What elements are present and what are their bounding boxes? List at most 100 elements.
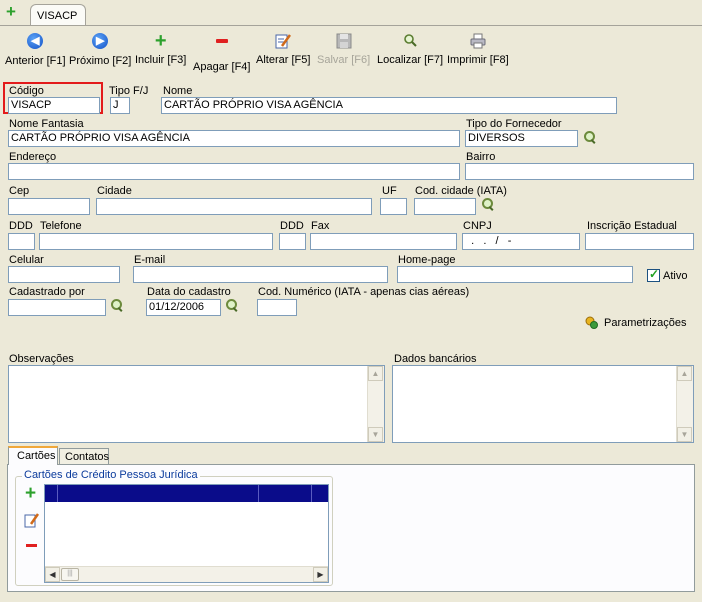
remove-card-button[interactable]: [24, 538, 40, 554]
salvar-label: Salvar [F6]: [317, 54, 371, 66]
tab-contatos-label: Contatos: [65, 451, 110, 463]
localizar-label: Localizar [F7]: [377, 54, 444, 66]
ativo-checkbox[interactable]: ✓: [647, 267, 660, 282]
tipo-fj-field[interactable]: J: [110, 97, 130, 114]
scroll-down-icon[interactable]: ▼: [368, 427, 383, 442]
edit-icon: [274, 32, 292, 50]
observacoes-scrollbar[interactable]: ▲ ▼: [367, 366, 384, 442]
tab-underline: [0, 25, 702, 26]
minus-icon: [26, 544, 37, 547]
parametrizacoes-button[interactable]: Parametrizações: [584, 314, 688, 332]
cartoes-grid[interactable]: ◀ ||| ▶: [44, 484, 329, 583]
fax-ddd-field[interactable]: [279, 233, 306, 250]
cadastrado-por-search-icon[interactable]: [111, 299, 123, 312]
scroll-right-icon[interactable]: ▶: [313, 567, 328, 582]
homepage-field[interactable]: [397, 266, 633, 283]
cep-label: Cep: [9, 185, 30, 197]
dados-bancarios-textarea[interactable]: ▲ ▼: [392, 365, 694, 443]
cidade-label: Cidade: [97, 185, 132, 197]
dados-bancarios-scrollbar[interactable]: ▲ ▼: [676, 366, 693, 442]
cep-field[interactable]: [8, 198, 90, 215]
scroll-left-icon[interactable]: ◀: [45, 567, 60, 582]
cadastrado-por-label: Cadastrado por: [9, 286, 85, 298]
alterar-button[interactable]: Alterar [F5]: [256, 32, 310, 66]
observacoes-label: Observações: [9, 353, 74, 365]
bairro-field[interactable]: [465, 163, 694, 180]
tipo-fornecedor-label: Tipo do Fornecedor: [466, 118, 562, 130]
ddd-field[interactable]: [8, 233, 35, 250]
celular-field[interactable]: [8, 266, 120, 283]
codigo-field[interactable]: VISACP: [8, 97, 100, 114]
homepage-label: Home-page: [398, 254, 456, 266]
new-tab-button[interactable]: +: [5, 2, 19, 21]
email-label: E-mail: [134, 254, 166, 266]
celular-label: Celular: [9, 254, 44, 266]
edit-icon: [24, 513, 40, 531]
anterior-label: Anterior [F1]: [5, 55, 66, 67]
plus-icon: +: [25, 483, 37, 504]
incluir-button[interactable]: + Incluir [F3]: [135, 31, 186, 66]
bairro-label: Bairro: [466, 151, 496, 163]
fax-field[interactable]: [310, 233, 457, 250]
salvar-button[interactable]: Salvar [F6]: [317, 32, 370, 66]
nome-fantasia-field[interactable]: CARTÃO PRÓPRIO VISA AGÊNCIA: [8, 130, 460, 147]
cod-numerico-field[interactable]: [257, 299, 297, 316]
arrow-right-icon: ▶: [91, 33, 109, 51]
proximo-label: Próximo [F2]: [69, 55, 132, 67]
uf-label: UF: [382, 185, 397, 197]
proximo-button[interactable]: ▶ Próximo [F2]: [69, 32, 131, 67]
grid-col-divider: [311, 485, 312, 502]
data-cadastro-field[interactable]: 01/12/2006: [146, 299, 221, 316]
imprimir-button[interactable]: Imprimir [F8]: [447, 32, 509, 66]
scroll-thumb[interactable]: |||: [61, 568, 79, 581]
apagar-label: Apagar [F4]: [193, 61, 251, 73]
cod-cidade-label: Cod. cidade (IATA): [415, 185, 507, 197]
tab-visacp[interactable]: VISACP: [30, 4, 86, 26]
uf-field[interactable]: [380, 198, 407, 215]
cnpj-field[interactable]: . . / -: [462, 233, 580, 250]
observacoes-textarea[interactable]: ▲ ▼: [8, 365, 385, 443]
data-cadastro-label: Data do cadastro: [147, 286, 231, 298]
localizar-button[interactable]: Localizar [F7]: [377, 32, 443, 66]
data-cadastro-search-icon[interactable]: [226, 299, 238, 312]
cnpj-label: CNPJ: [463, 220, 492, 232]
grid-col-divider: [57, 485, 58, 502]
tab-label: VISACP: [37, 10, 78, 22]
inscricao-estadual-field[interactable]: [585, 233, 694, 250]
codigo-label: Código: [9, 85, 44, 97]
scroll-up-icon[interactable]: ▲: [368, 366, 383, 381]
email-field[interactable]: [133, 266, 388, 283]
endereco-label: Endereço: [9, 151, 57, 163]
grid-hscrollbar[interactable]: ◀ ||| ▶: [45, 566, 328, 582]
apagar-button[interactable]: Apagar [F4]: [193, 32, 250, 73]
arrow-left-icon: ◀: [26, 33, 44, 51]
scroll-down-icon[interactable]: ▼: [677, 427, 692, 442]
tipo-fj-label: Tipo F/J: [109, 85, 149, 97]
edit-card-button[interactable]: [24, 512, 40, 528]
inscricao-estadual-label: Inscrição Estadual: [587, 220, 677, 232]
search-icon: [401, 32, 419, 50]
telefone-field[interactable]: [39, 233, 273, 250]
parametrizacoes-label: Parametrizações: [604, 317, 687, 329]
alterar-label: Alterar [F5]: [256, 54, 311, 66]
dados-bancarios-label: Dados bancários: [394, 353, 477, 365]
cod-numerico-label: Cod. Numérico (IATA - apenas cias aéreas…: [258, 286, 470, 298]
tipo-fornecedor-search-icon[interactable]: [584, 131, 596, 144]
checkmark-icon: ✓: [649, 267, 660, 281]
cidade-field[interactable]: [96, 198, 372, 215]
ativo-label: Ativo: [663, 270, 688, 282]
minus-icon: [213, 39, 231, 57]
cadastrado-por-field[interactable]: [8, 299, 106, 316]
nome-field[interactable]: CARTÃO PRÓPRIO VISA AGÊNCIA: [161, 97, 617, 114]
scroll-up-icon[interactable]: ▲: [677, 366, 692, 381]
add-card-button[interactable]: +: [24, 483, 40, 504]
imprimir-label: Imprimir [F8]: [447, 54, 509, 66]
fax-label: Fax: [311, 220, 330, 232]
tipo-fornecedor-field[interactable]: DIVERSOS: [465, 130, 578, 147]
anterior-button[interactable]: ◀ Anterior [F1]: [5, 32, 66, 67]
cod-cidade-field[interactable]: [414, 198, 476, 215]
endereco-field[interactable]: [8, 163, 460, 180]
cod-cidade-search-icon[interactable]: [482, 198, 494, 211]
tab-contatos[interactable]: Contatos: [59, 448, 109, 465]
tab-cartoes[interactable]: Cartões: [8, 446, 58, 465]
